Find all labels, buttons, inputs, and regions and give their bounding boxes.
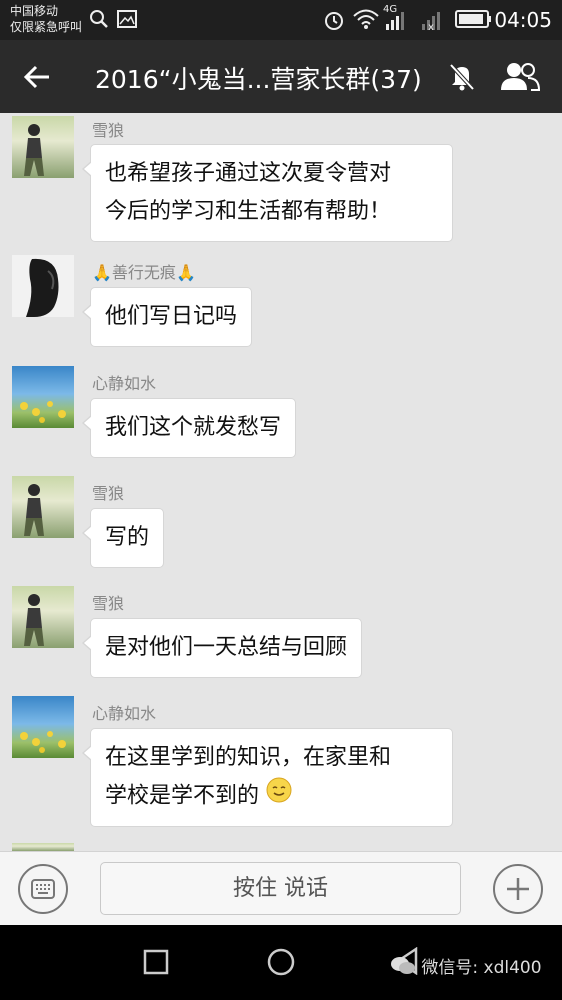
gallery-icon <box>116 8 138 34</box>
nav-recent-apps-icon[interactable] <box>143 949 169 979</box>
message-text: 我们这个就发愁写 <box>105 415 282 440</box>
avatar[interactable] <box>12 116 74 178</box>
plus-icon <box>505 876 531 906</box>
sender-name: 心静如水 <box>92 704 157 723</box>
search-icon <box>88 8 110 34</box>
clock: 04:05 <box>494 8 552 32</box>
wechat-logo-icon <box>390 956 416 981</box>
message-text-line: 也希望孩子通过这次夏令营对 <box>105 161 392 186</box>
message-text: 是对他们一天总结与回顾 <box>105 635 348 660</box>
hold-to-talk-button[interactable]: 按住 说话 <box>100 862 461 915</box>
sender-name: 善行无痕 <box>111 263 176 282</box>
system-nav-bar: 微信号: xdl400 <box>0 925 562 1000</box>
sender-label: 🙏善行无痕🙏 <box>92 259 196 283</box>
sender-name: 雪狼 <box>92 484 125 503</box>
smiley-emoji-icon <box>266 777 292 816</box>
sender-name: 心静如水 <box>92 374 157 393</box>
more-options-button[interactable] <box>493 864 543 914</box>
sender-name: 雪狼 <box>92 121 125 140</box>
svg-text:x: x <box>428 22 434 32</box>
message-bubble[interactable]: 也希望孩子通过这次夏令营对 今后的学习和生活都有帮助！ <box>82 144 453 242</box>
watermark-text: 微信号: xdl400 <box>421 958 542 978</box>
carrier-info: 中国移动 仅限紧急呼叫 <box>10 3 82 35</box>
avatar[interactable] <box>12 696 74 758</box>
message-list[interactable]: 雪狼 也希望孩子通过这次夏令营对 今后的学习和生活都有帮助！ 🙏善行无痕🙏 他们… <box>0 113 562 851</box>
battery-icon <box>455 8 493 34</box>
status-bar: 中国移动 仅限紧急呼叫 4G x 04:05 <box>0 0 562 40</box>
group-members-icon[interactable] <box>498 60 542 98</box>
chat-title: 2016“小鬼当...营家长群(37) <box>95 65 422 94</box>
message-bubble[interactable]: 在这里学到的知识，在家里和 学校是学不到的 <box>82 728 453 827</box>
message-text: 他们写日记吗 <box>105 304 238 329</box>
pray-hands-icon: 🙏 <box>92 263 112 282</box>
avatar[interactable] <box>12 366 74 428</box>
sender-name: 雪狼 <box>92 594 125 613</box>
message-bubble[interactable]: 我们这个就发愁写 <box>81 398 297 458</box>
mute-bell-icon <box>448 62 476 96</box>
message-text-line: 今后的学习和生活都有帮助！ <box>105 199 392 224</box>
message-text: 写的 <box>105 525 150 550</box>
avatar[interactable] <box>12 586 74 648</box>
watermark: 微信号: xdl400 <box>390 953 542 981</box>
carrier-name: 中国移动 <box>10 4 59 18</box>
no-signal-icon: x <box>420 8 448 36</box>
message-text-line: 在这里学到的知识，在家里和 <box>105 745 392 770</box>
avatar[interactable] <box>12 255 74 317</box>
emergency-only-label: 仅限紧急呼叫 <box>10 20 83 34</box>
chat-header: 2016“小鬼当...营家长群(37) <box>0 40 562 113</box>
alarm-icon <box>322 8 346 36</box>
input-bar: 按住 说话 <box>0 851 562 925</box>
avatar[interactable] <box>12 476 74 538</box>
keyboard-icon <box>31 879 55 903</box>
nav-home-icon[interactable] <box>266 947 296 981</box>
signal-icon <box>384 8 414 36</box>
pray-hands-icon: 🙏 <box>175 263 196 282</box>
message-bubble[interactable]: 是对他们一天总结与回顾 <box>81 618 363 678</box>
avatar[interactable] <box>12 843 74 851</box>
message-bubble[interactable]: 他们写日记吗 <box>81 287 253 347</box>
message-bubble[interactable]: 写的 <box>81 508 165 568</box>
wifi-icon <box>352 8 380 34</box>
back-arrow-icon[interactable] <box>22 62 52 96</box>
message-text-line: 学校是学不到的 <box>105 783 260 809</box>
keyboard-toggle-button[interactable] <box>18 864 68 914</box>
